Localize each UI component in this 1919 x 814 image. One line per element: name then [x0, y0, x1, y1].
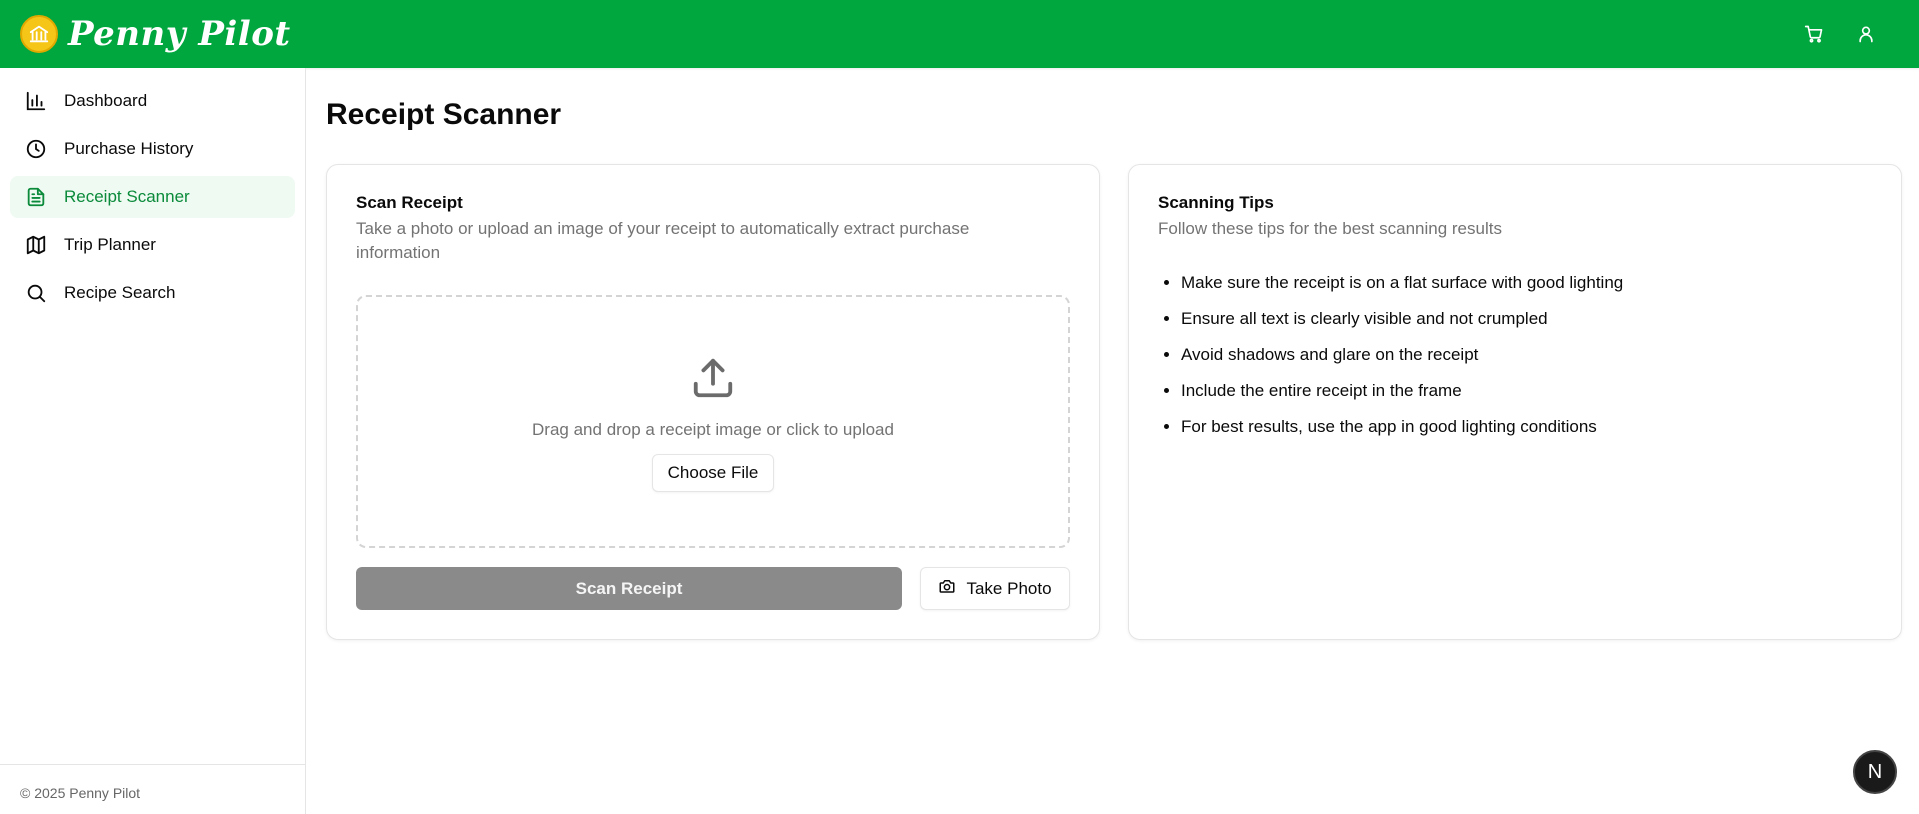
- list-item: Avoid shadows and glare on the receipt: [1181, 343, 1623, 367]
- user-icon[interactable]: [1855, 23, 1877, 45]
- map-icon: [24, 233, 48, 257]
- brand-name[interactable]: Penny Pilot: [68, 14, 291, 54]
- tips-list: Make sure the receipt is on a flat surfa…: [1181, 271, 1623, 451]
- sidebar-item-receipt-scanner[interactable]: Receipt Scanner: [10, 176, 295, 218]
- file-text-icon: [24, 185, 48, 209]
- sidebar-item-dashboard[interactable]: Dashboard: [10, 80, 295, 122]
- sidebar-item-label: Trip Planner: [64, 235, 156, 254]
- choose-file-button[interactable]: Choose File: [651, 454, 775, 492]
- clock-icon: [24, 137, 48, 161]
- sidebar-item-trip-planner[interactable]: Trip Planner: [10, 224, 295, 266]
- card-description: Follow these tips for the best scanning …: [1158, 219, 1502, 238]
- sidebar-nav: Dashboard Purchase History Receipt Scann…: [0, 68, 305, 332]
- scan-receipt-card: Scan Receipt Take a photo or upload an i…: [326, 164, 1100, 640]
- page-title: Receipt Scanner: [326, 98, 562, 131]
- sidebar-item-purchase-history[interactable]: Purchase History: [10, 128, 295, 170]
- card-title: Scan Receipt: [356, 193, 463, 212]
- main-content: Receipt Scanner Scan Receipt Take a phot…: [306, 68, 1919, 814]
- sidebar-item-label: Dashboard: [64, 91, 148, 110]
- scan-receipt-button[interactable]: Scan Receipt: [356, 567, 902, 610]
- list-item: For best results, use the app in good li…: [1181, 415, 1623, 439]
- top-header: Penny Pilot: [0, 0, 1919, 68]
- list-item: Ensure all text is clearly visible and n…: [1181, 307, 1623, 331]
- bar-chart-icon: [24, 89, 48, 113]
- sidebar-item-label: Recipe Search: [64, 283, 176, 302]
- cart-icon[interactable]: [1803, 23, 1825, 45]
- upload-icon: [690, 355, 736, 406]
- sidebar-item-recipe-search[interactable]: Recipe Search: [10, 272, 295, 314]
- sidebar-item-label: Purchase History: [64, 139, 194, 158]
- dev-tools-badge[interactable]: N: [1853, 750, 1897, 794]
- upload-dropzone[interactable]: Drag and drop a receipt image or click t…: [356, 295, 1070, 548]
- list-item: Include the entire receipt in the frame: [1181, 379, 1623, 403]
- sidebar: Dashboard Purchase History Receipt Scann…: [0, 68, 306, 814]
- camera-icon: [938, 577, 956, 600]
- bank-icon: [20, 15, 58, 53]
- sidebar-footer: © 2025 Penny Pilot: [0, 764, 305, 814]
- scanning-tips-card: Scanning Tips Follow these tips for the …: [1128, 164, 1902, 640]
- card-title: Scanning Tips: [1158, 193, 1274, 212]
- sidebar-item-label: Receipt Scanner: [64, 187, 190, 206]
- take-photo-label: Take Photo: [966, 578, 1052, 598]
- card-description: Take a photo or upload an image of your …: [356, 219, 970, 262]
- search-icon: [24, 281, 48, 305]
- take-photo-button[interactable]: Take Photo: [920, 567, 1070, 610]
- dropzone-text: Drag and drop a receipt image or click t…: [532, 420, 894, 439]
- list-item: Make sure the receipt is on a flat surfa…: [1181, 271, 1623, 295]
